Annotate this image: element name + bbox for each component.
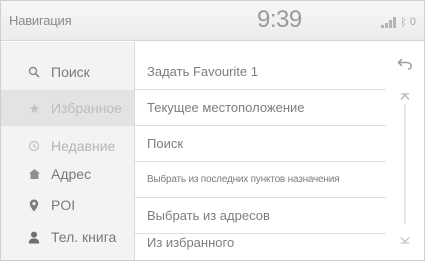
- list-item-label: Поиск: [147, 136, 184, 151]
- scroll-track[interactable]: [404, 104, 406, 224]
- list-item-recent-destinations[interactable]: Выбрать из последних пунктов назначения: [135, 162, 386, 198]
- history-icon: [23, 140, 45, 152]
- clock: 9:39: [257, 6, 302, 33]
- bluetooth-icon: ᛒ: [400, 15, 407, 29]
- list-item-current-location[interactable]: Текущее местоположение: [135, 90, 386, 126]
- sidebar-item-phonebook[interactable]: Тел. книга: [1, 219, 134, 255]
- destination-options-list: Задать Favourite 1 Текущее местоположени…: [135, 42, 386, 260]
- sidebar-item-label: Недавние: [51, 138, 116, 154]
- list-item-label: Текущее местоположение: [147, 100, 305, 115]
- screen-title: Навигация: [9, 13, 72, 28]
- scroll-up-icon: [400, 93, 410, 100]
- back-button[interactable]: [392, 54, 418, 74]
- list-item-label: Задать Favourite 1: [147, 64, 258, 79]
- sidebar-item-poi[interactable]: POI: [1, 187, 134, 223]
- scroll-up-button[interactable]: [397, 91, 413, 103]
- signal-strength-icon: [381, 16, 397, 28]
- phonebook-person-icon: [23, 231, 45, 244]
- list-item-set-favourite[interactable]: Задать Favourite 1: [135, 54, 386, 90]
- back-arrow-icon: [397, 58, 412, 70]
- address-icon: [23, 168, 45, 180]
- right-rail: [386, 42, 424, 260]
- list-item-from-favourites[interactable]: Из избранного: [135, 224, 386, 260]
- status-icons: ᛒ 0: [381, 15, 416, 29]
- star-icon: [23, 103, 45, 114]
- list-item-label: Выбрать из адресов: [147, 208, 270, 223]
- sidebar: Поиск Избранное Недавние Адрес POI Тел. …: [1, 42, 135, 260]
- sidebar-item-search[interactable]: Поиск: [1, 54, 134, 90]
- list-item-label: Из избранного: [147, 234, 235, 250]
- scroll-down-button[interactable]: [397, 234, 413, 246]
- list-item-search[interactable]: Поиск: [135, 126, 386, 162]
- search-icon: [23, 66, 45, 78]
- sidebar-item-label: POI: [51, 197, 76, 213]
- navigation-screen: Навигация 9:39 ᛒ 0 Поиск Избранное Недав…: [0, 0, 425, 261]
- list-item-label: Выбрать из последних пунктов назначения: [147, 174, 340, 185]
- poi-pin-icon: [23, 199, 45, 212]
- sidebar-item-label: Адрес: [51, 166, 92, 182]
- scroll-down-icon: [400, 237, 410, 244]
- sidebar-item-favourites[interactable]: Избранное: [1, 90, 134, 126]
- sidebar-item-label: Поиск: [51, 64, 90, 80]
- header-bar: Навигация 9:39 ᛒ 0: [1, 1, 424, 41]
- sidebar-item-label: Избранное: [51, 100, 122, 116]
- status-number: 0: [409, 16, 416, 28]
- sidebar-item-label: Тел. книга: [51, 229, 117, 245]
